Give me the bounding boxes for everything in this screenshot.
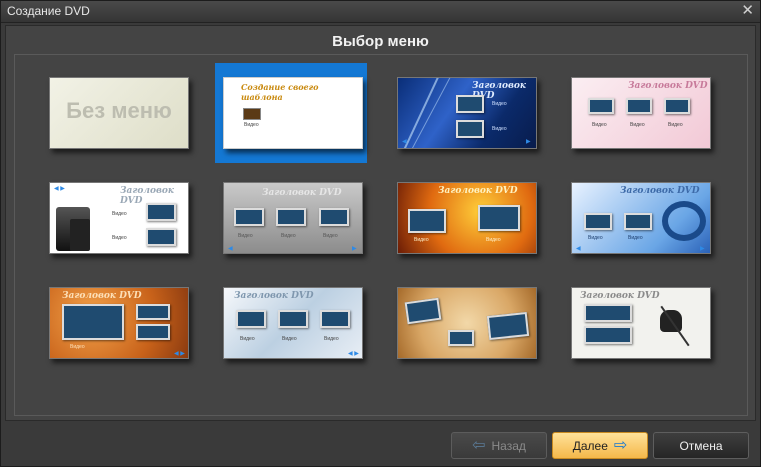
thumb-label: Видео: [324, 336, 339, 342]
nav-arrow-icon: ◀ ▶: [54, 186, 65, 192]
template-sketch[interactable]: Заголовок DVD: [571, 287, 711, 359]
thumb-label: Видео: [282, 336, 297, 342]
content-panel: Выбор меню Без меню Создание своего шабл…: [5, 25, 756, 421]
light-streak: [404, 78, 453, 148]
thumb-frame: [278, 310, 308, 328]
thumb-label: Видео: [486, 237, 501, 243]
thumb-frame: [62, 304, 124, 340]
speaker-icon: [70, 219, 90, 251]
thumb-frame: [136, 304, 170, 320]
template-blue-lines[interactable]: Заголовок DVD Видео Видео ◀ ▶: [397, 77, 537, 149]
thumb-label: Видео: [238, 233, 253, 239]
thumb-frame: [448, 330, 474, 346]
thumb-label: Видео: [588, 235, 603, 241]
thumb-frame: [276, 208, 306, 226]
template-title-text: Заголовок DVD: [438, 186, 518, 196]
nav-arrow-icon: ▶: [526, 139, 531, 145]
template-title-text: Заголовок DVD: [620, 186, 700, 196]
thumb-label: Видео: [492, 101, 507, 107]
template-orange-sparkle[interactable]: Заголовок DVD Видео Видео: [397, 182, 537, 254]
no-menu-label: Без меню: [66, 98, 172, 123]
back-button-label: Назад: [491, 438, 526, 453]
thumb-label: Видео: [281, 233, 296, 239]
thumb-label: Видео: [414, 237, 429, 243]
template-title-text: Заголовок DVD: [628, 81, 708, 91]
thumb-label: Видео: [70, 344, 85, 350]
template-blue-filmstrip[interactable]: Заголовок DVD Видео Видео ◀ ▶: [571, 182, 711, 254]
thumb-frame: [486, 311, 530, 341]
thumb-label: Видео: [240, 336, 255, 342]
thumb-frame: [664, 98, 690, 114]
thumb-frame: [584, 213, 612, 230]
window-title: Создание DVD: [7, 4, 90, 18]
custom-template-frame: [243, 108, 261, 120]
nav-arrow-icon: ◀: [402, 139, 407, 145]
custom-template-title: Создание своего шаблона: [241, 82, 319, 102]
cancel-button-label: Отмена: [679, 438, 723, 453]
nav-arrow-icon: ◀: [228, 246, 233, 252]
thumb-frame: [146, 203, 176, 221]
filmstrip-icon: [662, 201, 706, 241]
thumb-frame: [624, 213, 652, 230]
thumb-label: Видео: [492, 126, 507, 132]
custom-template-caption: Видео: [244, 122, 259, 128]
nav-arrow-icon: ▶: [700, 246, 705, 252]
arrow-right-icon: ⇨: [613, 436, 628, 454]
template-audio-speakers[interactable]: ◀ ▶ Заголовок DVD Видео Видео: [49, 182, 189, 254]
thumb-label: Видео: [668, 122, 683, 128]
nav-arrow-icon: ▶: [352, 246, 357, 252]
template-parchment[interactable]: [397, 287, 537, 359]
nav-arrow-icon: ◀: [576, 246, 581, 252]
page-title: Выбор меню: [332, 33, 429, 50]
thumb-label: Видео: [323, 233, 338, 239]
thumb-label: Видео: [112, 211, 127, 217]
thumb-frame: [408, 209, 446, 233]
thumb-frame: [456, 120, 484, 138]
back-button[interactable]: ⇦ Назад: [451, 432, 547, 459]
thumb-label: Видео: [112, 235, 127, 241]
thumb-label: Видео: [592, 122, 607, 128]
template-frost[interactable]: Заголовок DVD Видео Видео Видео ◀ ▶: [223, 287, 363, 359]
nav-arrow-icon: ◀ ▶: [348, 351, 359, 357]
template-gray[interactable]: Заголовок DVD Видео Видео Видео ◀ ▶: [223, 182, 363, 254]
template-title-text: Заголовок DVD: [62, 291, 142, 301]
template-orange-rust[interactable]: Заголовок DVD Видео ◀ ▶: [49, 287, 189, 359]
thumb-frame: [584, 304, 632, 322]
thumb-frame: [236, 310, 266, 328]
menu-template-gallery: Без меню Создание своего шаблона Видео З…: [14, 54, 748, 416]
template-no-menu[interactable]: Без меню: [49, 77, 189, 149]
template-title-text: Заголовок DVD: [580, 291, 660, 301]
next-button[interactable]: Далее ⇨: [552, 432, 648, 459]
thumb-frame: [478, 205, 520, 231]
thumb-frame: [456, 95, 484, 113]
title-bar: Создание DVD ✕: [1, 1, 760, 23]
thumb-frame: [146, 228, 176, 246]
dvd-wizard-window: Создание DVD ✕ Выбор меню Без меню Созда…: [0, 0, 761, 467]
thumb-frame: [404, 297, 442, 325]
template-custom[interactable]: Создание своего шаблона Видео: [223, 77, 363, 149]
thumb-frame: [584, 326, 632, 344]
nav-arrow-icon: ◀ ▶: [174, 351, 185, 357]
arrow-left-icon: ⇦: [472, 436, 486, 454]
thumb-frame: [320, 310, 350, 328]
thumb-frame: [136, 324, 170, 340]
template-title-text: Заголовок DVD: [262, 188, 342, 198]
template-pink-floral[interactable]: Заголовок DVD Видео Видео Видео: [571, 77, 711, 149]
close-icon[interactable]: ✕: [741, 2, 754, 20]
thumb-label: Видео: [628, 235, 643, 241]
thumb-label: Видео: [630, 122, 645, 128]
next-button-label: Далее: [572, 438, 608, 453]
cancel-button[interactable]: Отмена: [653, 432, 749, 459]
thumb-frame: [319, 208, 349, 226]
template-title-text: Заголовок DVD: [234, 291, 314, 301]
thumb-frame: [626, 98, 652, 114]
thumb-frame: [234, 208, 264, 226]
thumb-frame: [588, 98, 614, 114]
